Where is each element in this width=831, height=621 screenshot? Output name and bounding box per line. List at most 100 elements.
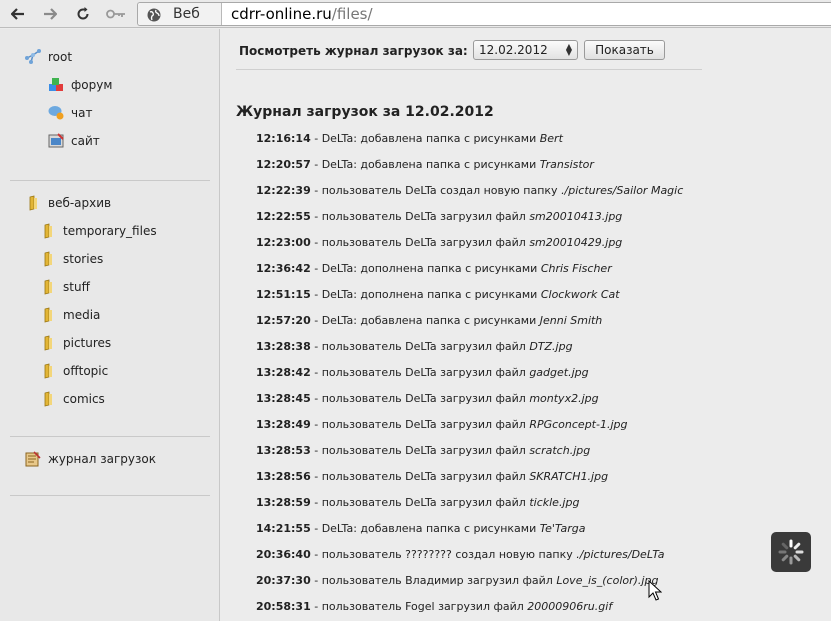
log-entry: 20:36:40 - пользователь ???????? создал …: [256, 548, 683, 574]
log-entry-item-name[interactable]: ./pictures/Sailor Magic: [561, 184, 683, 197]
log-entry: 12:22:39 - пользователь DeLTa создал нов…: [256, 184, 683, 210]
sidebar-item-site[interactable]: сайт: [48, 133, 100, 149]
folder-icon: [40, 335, 56, 351]
sidebar-item-folder[interactable]: comics: [40, 391, 105, 407]
sidebar-item-folder[interactable]: stories: [40, 251, 103, 267]
log-entry-time: 20:37:30: [256, 574, 311, 587]
reload-button[interactable]: [73, 4, 93, 24]
sidebar-item-web-archive[interactable]: веб-архив: [25, 195, 111, 211]
date-select[interactable]: 12.02.2012 ▲ ▼: [473, 40, 578, 60]
log-entry-time: 14:21:55: [256, 522, 311, 535]
log-entry: 13:28:45 - пользователь DeLTa загрузил ф…: [256, 392, 683, 418]
sidebar-item-folder[interactable]: offtopic: [40, 363, 108, 379]
log-entry: 20:37:30 - пользователь Владимир загрузи…: [256, 574, 683, 600]
log-entry-time: 13:28:59: [256, 496, 311, 509]
log-entry-time: 12:51:15: [256, 288, 311, 301]
log-entry: 12:36:42 - DeLTa: дополнена папка с рису…: [256, 262, 683, 288]
log-entry: 12:22:55 - пользователь DeLTa загрузил ф…: [256, 210, 683, 236]
log-entry-item-name[interactable]: scratch.jpg: [529, 444, 590, 457]
arrow-left-icon: [11, 8, 24, 20]
log-entry-item-name[interactable]: Transistor: [540, 158, 594, 171]
show-button[interactable]: Показать: [584, 40, 665, 60]
log-entry-text: - пользователь DeLTa загрузил файл: [310, 366, 530, 379]
sidebar-item-root[interactable]: root: [25, 49, 72, 65]
sidebar-item-folder[interactable]: stuff: [40, 279, 90, 295]
log-entry-item-name[interactable]: Te'Targa: [540, 522, 586, 535]
log-entry-item-name[interactable]: Jenni Smith: [540, 314, 603, 327]
log-entry-item-name[interactable]: 20000906ru.gif: [527, 600, 612, 613]
log-entry: 14:21:55 - DeLTa: добавлена папка с рису…: [256, 522, 683, 548]
log-entry-item-name[interactable]: montyx2.jpg: [529, 392, 598, 405]
filter-label: Посмотреть журнал загрузок за:: [239, 44, 468, 58]
log-entry-time: 13:28:42: [256, 366, 311, 379]
sidebar-item-forum[interactable]: форум: [48, 77, 112, 93]
arrow-right-icon: [44, 8, 57, 20]
log-entry-item-name[interactable]: Clockwork Cat: [541, 288, 620, 301]
log-entry-item-name[interactable]: ./pictures/DeLTa: [576, 548, 664, 561]
log-entry: 13:28:59 - пользователь DeLTa загрузил ф…: [256, 496, 683, 522]
log-entry-time: 12:16:14: [256, 132, 311, 145]
mouse-cursor-icon: [648, 580, 662, 601]
log-entry-text: - пользователь DeLTa загрузил файл: [310, 444, 530, 457]
log-entry-item-name[interactable]: SKRATCH1.jpg: [529, 470, 608, 483]
log-entry-item-name[interactable]: sm20010429.jpg: [529, 236, 622, 249]
log-entry-time: 13:28:49: [256, 418, 311, 431]
forum-icon: [48, 77, 64, 93]
log-entry: 13:28:56 - пользователь DeLTa загрузил ф…: [256, 470, 683, 496]
sidebar-divider: [10, 180, 210, 181]
log-entry-item-name[interactable]: Chris Fischer: [541, 262, 612, 275]
sidebar-item-folder[interactable]: media: [40, 307, 100, 323]
log-entry-text: - DeLTa: дополнена папка с рисунками: [310, 262, 541, 275]
log-entry-item-name[interactable]: Bert: [540, 132, 563, 145]
sidebar-item-chat[interactable]: чат: [48, 105, 92, 121]
reload-icon: [77, 7, 89, 20]
folder-icon: [40, 363, 56, 379]
spinner-icon: [778, 539, 804, 565]
log-entry-time: 12:57:20: [256, 314, 311, 327]
chat-icon: [48, 105, 64, 121]
sidebar-item-folder[interactable]: pictures: [40, 335, 111, 351]
log-entry: 12:23:00 - пользователь DeLTa загрузил ф…: [256, 236, 683, 262]
folder-icon: [40, 307, 56, 323]
log-entry-time: 12:36:42: [256, 262, 311, 275]
log-entry-time: 13:28:56: [256, 470, 311, 483]
log-entry-text: - DeLTa: добавлена папка с рисунками: [310, 314, 540, 327]
upload-log-list: 12:16:14 - DeLTa: добавлена папка с рису…: [256, 132, 683, 621]
url-text[interactable]: cdrr-online.ru/files/: [231, 5, 373, 23]
log-entry-text: - пользователь Fogel загрузил файл: [310, 600, 528, 613]
address-bar[interactable]: Веб cdrr-online.ru/files/: [137, 2, 831, 26]
folder-icon: [25, 195, 41, 211]
log-entry-item-name[interactable]: tickle.jpg: [529, 496, 579, 509]
loading-spinner: [771, 532, 811, 572]
sidebar-item-upload-log[interactable]: журнал загрузок: [25, 451, 156, 467]
log-entry-text: - пользователь DeLTa загрузил файл: [310, 236, 530, 249]
log-entry-item-name[interactable]: sm20010413.jpg: [529, 210, 622, 223]
log-book-icon: [25, 451, 41, 467]
log-entry-text: - DeLTa: дополнена папка с рисунками: [310, 288, 541, 301]
key-button[interactable]: [104, 4, 128, 24]
log-entry-text: - DeLTa: добавлена папка с рисунками: [310, 132, 540, 145]
log-entry-text: - пользователь DeLTa загрузил файл: [310, 418, 530, 431]
log-entry-text: - DeLTa: добавлена папка с рисунками: [310, 522, 540, 535]
log-entry-text: - пользователь DeLTa загрузил файл: [310, 470, 530, 483]
log-entry-item-name[interactable]: DTZ.jpg: [529, 340, 572, 353]
log-entry-time: 13:28:38: [256, 340, 311, 353]
sidebar: root форум чат сайт веб-архив temporary_…: [0, 29, 220, 621]
sidebar-item-folder[interactable]: temporary_files: [40, 223, 157, 239]
log-entry-time: 13:28:53: [256, 444, 311, 457]
forward-button[interactable]: [40, 4, 60, 24]
log-entry-time: 20:58:31: [256, 600, 311, 613]
select-arrows-icon: ▲ ▼: [565, 42, 572, 57]
log-entry-item-name[interactable]: RPGconcept-1.jpg: [529, 418, 627, 431]
log-entry: 12:51:15 - DeLTa: дополнена папка с рису…: [256, 288, 683, 314]
network-icon: [25, 49, 41, 65]
back-button[interactable]: [8, 4, 28, 24]
site-icon: [48, 133, 64, 149]
log-entry-time: 12:22:55: [256, 210, 311, 223]
log-entry-item-name[interactable]: Love_is_(color).jpg: [556, 574, 658, 587]
log-entry-item-name[interactable]: gadget.jpg: [529, 366, 588, 379]
log-entry: 13:28:42 - пользователь DeLTa загрузил ф…: [256, 366, 683, 392]
log-entry-text: - DeLTa: добавлена папка с рисунками: [310, 158, 540, 171]
log-entry: 12:20:57 - DeLTa: добавлена папка с рису…: [256, 158, 683, 184]
log-entry-time: 12:22:39: [256, 184, 311, 197]
